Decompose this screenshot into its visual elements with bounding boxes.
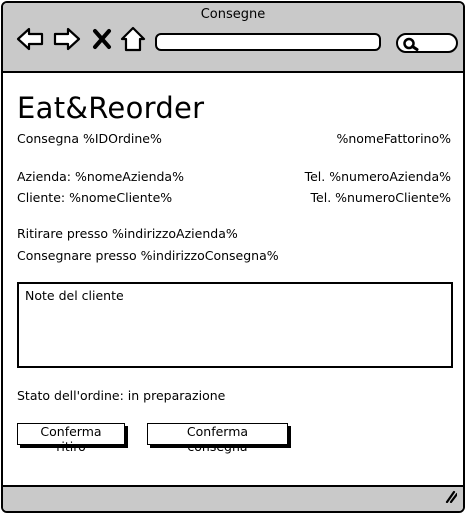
customer-notes-label: Note del cliente xyxy=(25,288,124,303)
customer-phone: Tel. %numeroCliente% xyxy=(310,190,451,205)
order-status: Stato dell'ordine: in preparazione xyxy=(17,388,226,403)
browser-window: Consegne Eat&Reorder Consegna %IDOrdine%… xyxy=(1,1,465,513)
confirm-delivery-button[interactable]: Conferma consegna xyxy=(147,423,288,454)
title-bar: Consegne xyxy=(3,3,463,73)
home-icon[interactable] xyxy=(119,25,147,53)
company-phone: Tel. %numeroAzienda% xyxy=(304,169,451,184)
forward-arrow-icon[interactable] xyxy=(53,25,81,53)
courier-name: %nomeFattorino% xyxy=(336,131,451,146)
pickup-address: Ritirare presso %indirizzoAzienda% xyxy=(17,226,238,241)
delivery-address: Consegnare presso %indirizzoConsegna% xyxy=(17,248,279,263)
confirm-pickup-button[interactable]: Conferma ritiro xyxy=(17,423,125,454)
search-field[interactable] xyxy=(396,33,458,53)
company-name: Azienda: %nomeAzienda% xyxy=(17,169,184,184)
window-title: Consegne xyxy=(200,7,266,22)
customer-notes-box[interactable]: Note del cliente xyxy=(17,282,453,368)
app-title: Eat&Reorder xyxy=(17,91,205,125)
status-bar xyxy=(3,485,463,511)
url-input[interactable] xyxy=(155,33,381,51)
delivery-header-row: Consegna %IDOrdine% %nomeFattorino% xyxy=(17,131,451,146)
back-arrow-icon[interactable] xyxy=(16,25,44,53)
company-row: Azienda: %nomeAzienda% Tel. %numeroAzien… xyxy=(17,169,451,184)
customer-row: Cliente: %nomeCliente% Tel. %numeroClien… xyxy=(17,190,451,205)
resize-grip-icon[interactable] xyxy=(441,488,459,507)
page-content: Eat&Reorder Consegna %IDOrdine% %nomeFat… xyxy=(3,73,463,485)
delivery-id: Consegna %IDOrdine% xyxy=(17,131,162,146)
close-icon[interactable] xyxy=(92,25,112,53)
customer-name: Cliente: %nomeCliente% xyxy=(17,190,173,205)
